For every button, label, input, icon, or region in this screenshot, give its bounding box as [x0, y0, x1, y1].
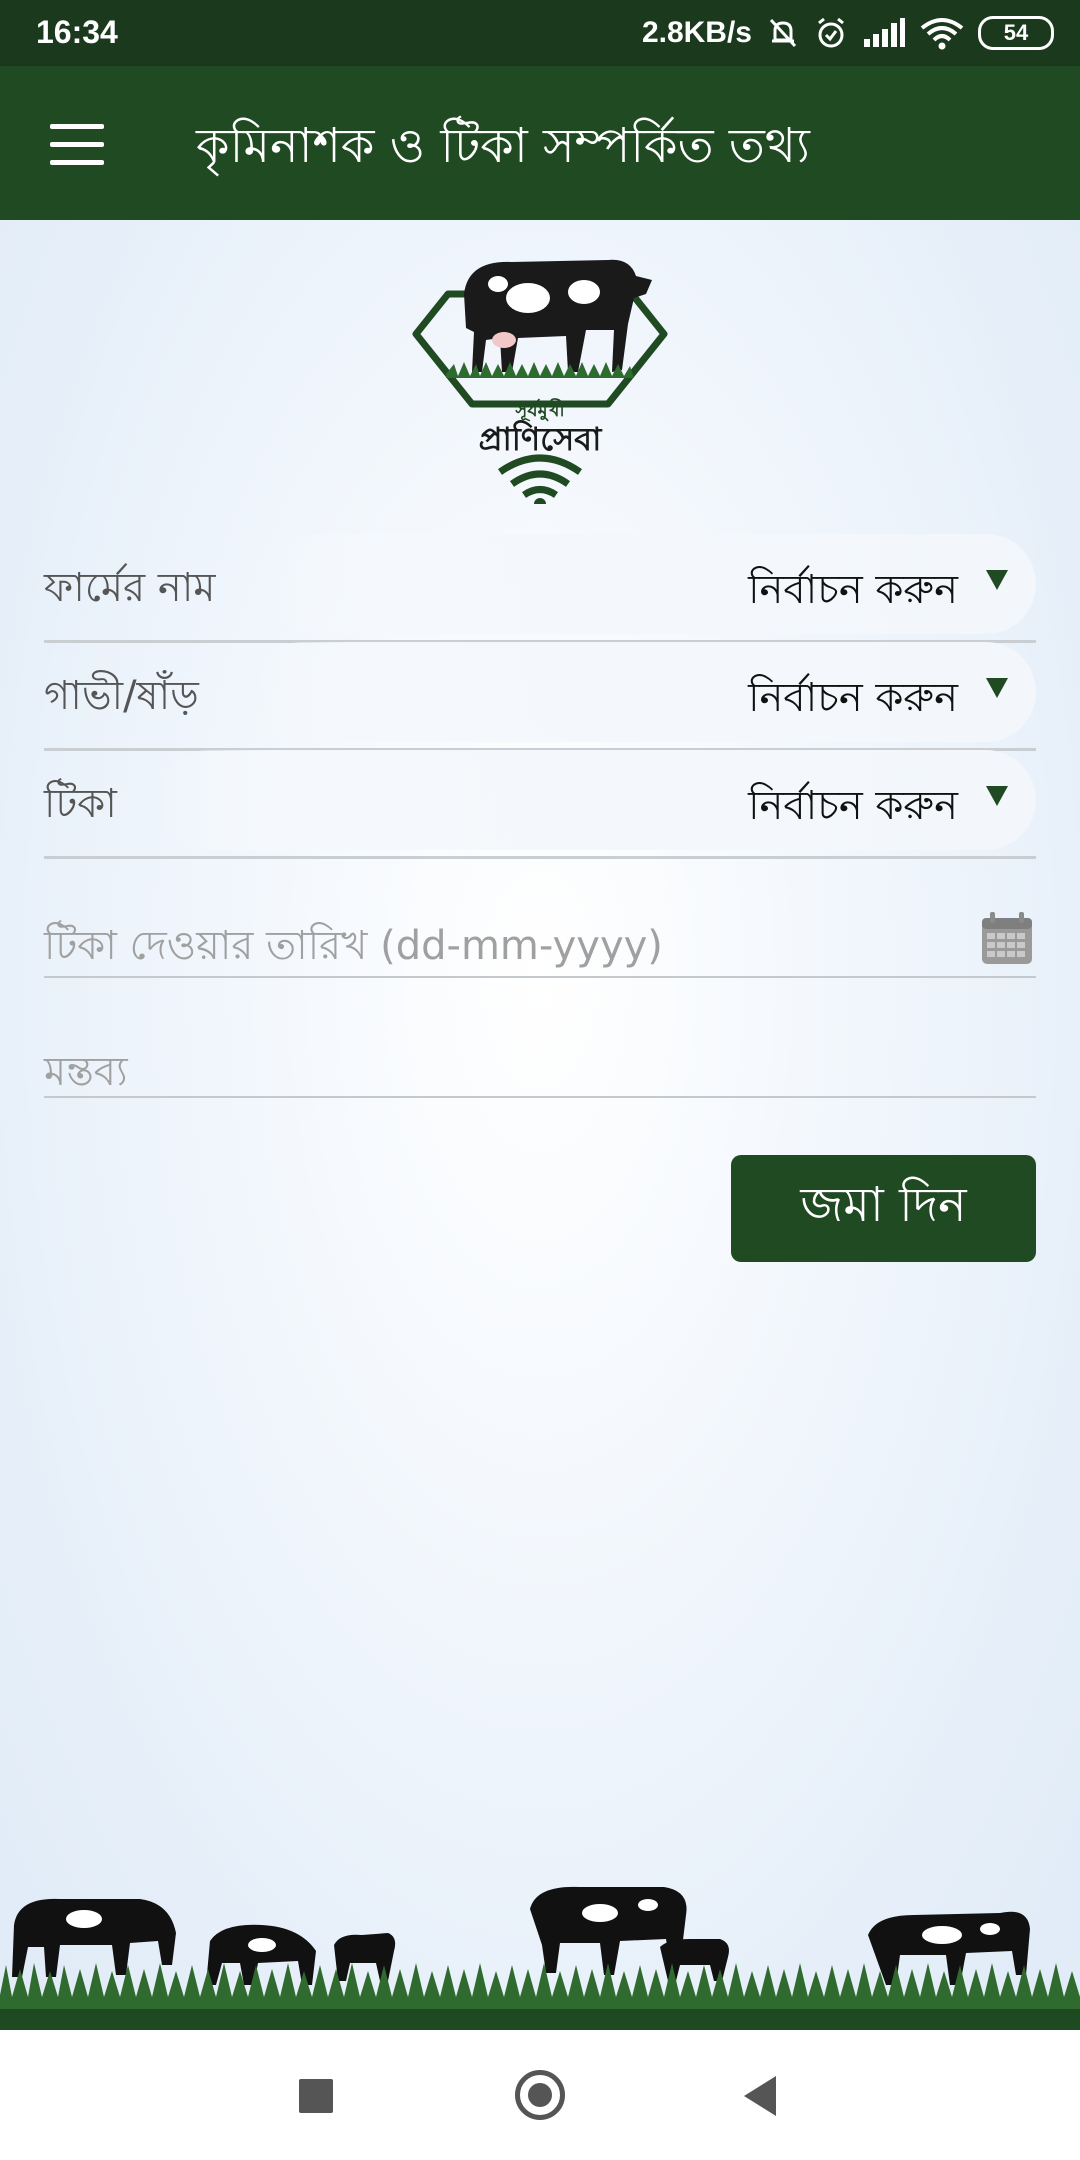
status-time: 16:34 — [36, 14, 118, 50]
dropdown-arrow-icon — [986, 786, 1008, 806]
animal-select[interactable]: নির্বাচন করুন — [252, 642, 1036, 742]
dropdown-arrow-icon — [986, 678, 1008, 698]
page-title: কৃমিনাশক ও টিকা সম্পর্কিত তথ্য — [196, 118, 810, 174]
vaccine-row: টিকা নির্বাচন করুন — [44, 750, 1036, 859]
farm-name-select[interactable]: নির্বাচন করুন — [268, 534, 1036, 634]
cow-icon — [464, 259, 652, 372]
comment-placeholder: মন্তব্য — [44, 1049, 128, 1095]
vaccination-date-field[interactable]: টিকা দেওয়ার তারিখ (dd-mm-yyyy) — [44, 910, 1036, 978]
signal-icon — [864, 18, 905, 47]
logo-line1: সূর্যমুখী — [514, 398, 565, 421]
recent-apps-icon[interactable] — [299, 2079, 333, 2113]
back-icon[interactable] — [744, 2076, 776, 2116]
farm-select-value: নির্বাচন করুন — [748, 567, 958, 613]
vaccine-select-value: নির্বাচন করুন — [748, 783, 958, 829]
network-speed: 2.8KB/s — [641, 16, 752, 49]
wifi-signal-logo-icon — [497, 454, 583, 504]
alarm-icon — [818, 17, 844, 48]
brand-logo: সূর্যমুখী প্রাণিসেবা — [412, 259, 668, 504]
system-navigation-bar — [0, 2030, 1080, 2160]
grazing-cows-illustration — [0, 1886, 1080, 2030]
app-bar: কৃমিনাশক ও টিকা সম্পর্কিত তথ্য — [0, 66, 1080, 220]
comment-field[interactable]: মন্তব্য — [44, 1030, 1036, 1098]
dropdown-arrow-icon — [986, 570, 1008, 590]
animal-label: গাভী/ষাঁড় — [44, 673, 199, 719]
vaccine-label: টিকা — [44, 781, 117, 827]
status-icons: 2.8KB/s 54 — [642, 12, 1054, 54]
date-placeholder: টিকা দেওয়ার তারিখ (dd-mm-yyyy) — [44, 923, 663, 969]
farm-name-row: ফার্মের নাম নির্বাচন করুন — [44, 534, 1036, 643]
mute-bell-icon — [769, 18, 797, 48]
battery-indicator: 54 — [978, 16, 1054, 50]
calendar-icon[interactable] — [980, 910, 1034, 968]
menu-icon[interactable] — [38, 114, 116, 174]
animal-select-value: নির্বাচন করুন — [748, 675, 958, 721]
status-bar: 16:34 2.8KB/s 54 — [0, 0, 1080, 66]
submit-button[interactable]: জমা দিন — [731, 1155, 1036, 1262]
main-content: সূর্যমুখী প্রাণিসেবা ফার্মের নাম নির্বাচ… — [0, 220, 1080, 2030]
animal-row: গাভী/ষাঁড় নির্বাচন করুন — [44, 642, 1036, 751]
logo-line2: প্রাণিসেবা — [479, 419, 603, 458]
cow-icon — [12, 1886, 1030, 1985]
home-icon[interactable] — [515, 2070, 565, 2120]
wifi-icon — [920, 18, 964, 50]
vaccine-select[interactable]: নির্বাচন করুন — [158, 750, 1036, 850]
farm-name-label: ফার্মের নাম — [44, 565, 216, 611]
